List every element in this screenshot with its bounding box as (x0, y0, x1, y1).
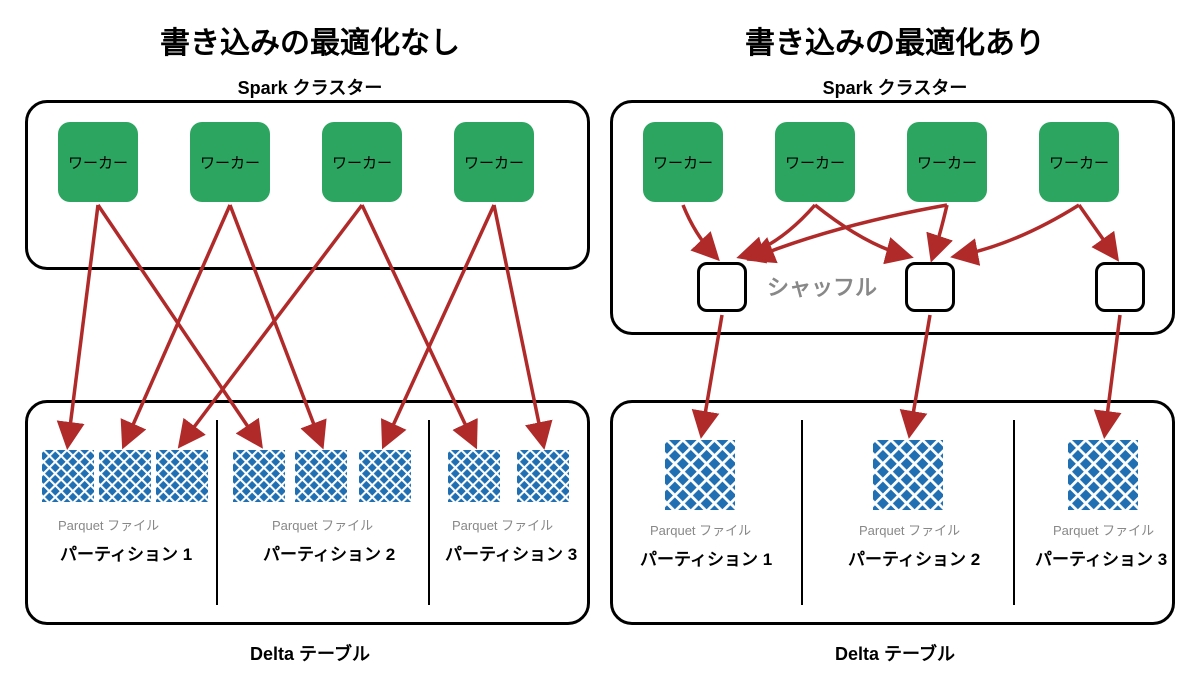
parquet-file-icon (517, 450, 569, 502)
title-right: 書き込みの最適化あり (605, 18, 1185, 62)
cluster-label-left: Spark クラスター (20, 74, 600, 100)
parquet-label: Parquet ファイル (859, 520, 960, 539)
panel-with-optimization: 書き込みの最適化あり Spark クラスター ワーカー ワーカー ワーカー ワー… (605, 0, 1185, 680)
partition-divider (801, 420, 803, 605)
parquet-file-icon (448, 450, 500, 502)
parquet-file-icon (1068, 440, 1138, 510)
parquet-file-icon (873, 440, 943, 510)
title-left: 書き込みの最適化なし (20, 18, 600, 62)
partition-label: パーティション 1 (60, 540, 192, 565)
panel-without-optimization: 書き込みの最適化なし Spark クラスター ワーカー ワーカー ワーカー ワー… (20, 0, 600, 680)
partition-label: パーティション 2 (263, 540, 395, 565)
worker-node: ワーカー (190, 122, 270, 202)
parquet-file-icon (99, 450, 151, 502)
parquet-file-icon (156, 450, 208, 502)
partition-label: パーティション 3 (445, 540, 577, 565)
delta-box-left (25, 400, 590, 625)
worker-node: ワーカー (1039, 122, 1119, 202)
worker-node: ワーカー (454, 122, 534, 202)
parquet-label: Parquet ファイル (452, 515, 553, 534)
parquet-label: Parquet ファイル (650, 520, 751, 539)
partition-label: パーティション 2 (848, 545, 980, 570)
parquet-file-icon (359, 450, 411, 502)
partition-label: パーティション 3 (1035, 545, 1167, 570)
parquet-file-icon (42, 450, 94, 502)
cluster-label-right: Spark クラスター (605, 74, 1185, 100)
partition-divider (428, 420, 430, 605)
delta-box-right (610, 400, 1175, 625)
partition-label: パーティション 1 (640, 545, 772, 570)
worker-node: ワーカー (907, 122, 987, 202)
parquet-label: Parquet ファイル (58, 515, 159, 534)
shuffle-label: シャッフル (767, 270, 877, 302)
parquet-file-icon (665, 440, 735, 510)
parquet-file-icon (233, 450, 285, 502)
worker-node: ワーカー (643, 122, 723, 202)
worker-node: ワーカー (775, 122, 855, 202)
parquet-label: Parquet ファイル (1053, 520, 1154, 539)
shuffle-target (905, 262, 955, 312)
partition-divider (1013, 420, 1015, 605)
shuffle-target (1095, 262, 1145, 312)
shuffle-target (697, 262, 747, 312)
worker-node: ワーカー (58, 122, 138, 202)
parquet-label: Parquet ファイル (272, 515, 373, 534)
delta-label-left: Delta テーブル (20, 640, 600, 666)
delta-label-right: Delta テーブル (605, 640, 1185, 666)
partition-divider (216, 420, 218, 605)
parquet-file-icon (295, 450, 347, 502)
worker-node: ワーカー (322, 122, 402, 202)
